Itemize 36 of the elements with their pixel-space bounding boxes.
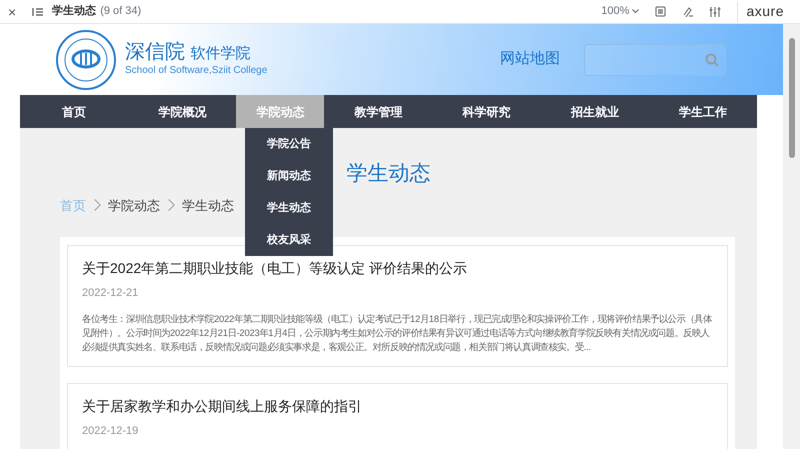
dropdown-item[interactable]: 学院公告 bbox=[245, 128, 333, 160]
nav-tab[interactable]: 教学管理 bbox=[324, 95, 433, 128]
article-title[interactable]: 关于居家教学和办公期间线上服务保障的指引 bbox=[82, 396, 715, 417]
breadcrumb-item: 学生动态 bbox=[182, 196, 234, 214]
page-list-icon bbox=[32, 6, 44, 16]
search-field[interactable] bbox=[584, 44, 726, 76]
page-count: (9 of 34) bbox=[100, 4, 142, 20]
nav-tab[interactable]: 学院概况 bbox=[128, 95, 236, 128]
article-card[interactable]: 关于居家教学和办公期间线上服务保障的指引 2022-12-19 bbox=[67, 382, 728, 449]
dropdown-item[interactable]: 新闻动态 bbox=[245, 160, 333, 192]
school-english-name: School of Software,Sziit College bbox=[125, 64, 268, 78]
brand-logo: axure bbox=[737, 1, 784, 22]
article-title[interactable]: 关于2022年第二期职业技能（电工）等级认定 评价结果的公示 bbox=[82, 258, 715, 279]
close-button[interactable]: × bbox=[0, 4, 24, 18]
dropdown-item[interactable]: 学生动态 bbox=[245, 192, 333, 224]
scrollbar-thumb[interactable] bbox=[788, 38, 794, 158]
article-summary: 各位考生：深圳信息职业技术学院2022年第二期职业技能等级（电工）认定考试已于12月18日举行，现已完成理论和实操评价工作，现将评价结果予以公示（具体见附件）。公示时间为2022年12月21日-2023年1月4日，公示期内考生如对公示的评价结果有异议可通过电话等方式向继续教育学院反映有关情况或问题。反映人必须提供真实姓名、联系电话，反映情况或问题必须实事求是，客观公正。对所反映的情况或问题，相关部门将认真调查核实。受... bbox=[82, 312, 713, 354]
dropdown-item[interactable]: 校友风采 bbox=[245, 224, 333, 256]
nav-tab[interactable]: 招生就业 bbox=[540, 95, 649, 128]
nav-tab[interactable]: 首页 bbox=[20, 95, 128, 128]
page-heading: 学生动态 bbox=[346, 161, 430, 187]
chevron-icon bbox=[167, 198, 175, 212]
breadcrumb-item: 学院动态 bbox=[108, 196, 160, 214]
zoom-dropdown[interactable]: 100% bbox=[601, 3, 640, 20]
nav-tab[interactable]: 学生工作 bbox=[648, 95, 758, 128]
school-emblem-icon bbox=[55, 28, 117, 90]
article-date: 2022-12-21 bbox=[82, 286, 140, 301]
nav-tab[interactable]: 科学研究 bbox=[432, 95, 541, 128]
chevron-icon bbox=[93, 198, 101, 212]
article-date: 2022-12-19 bbox=[82, 424, 140, 439]
panel-icon[interactable] bbox=[655, 6, 666, 17]
school-name: 深信院 软件学院 bbox=[125, 41, 252, 63]
sliders-icon[interactable] bbox=[709, 6, 722, 17]
page-title: 学生动态 bbox=[52, 4, 96, 20]
pen-icon[interactable] bbox=[682, 6, 694, 17]
caret-icon bbox=[632, 8, 640, 14]
